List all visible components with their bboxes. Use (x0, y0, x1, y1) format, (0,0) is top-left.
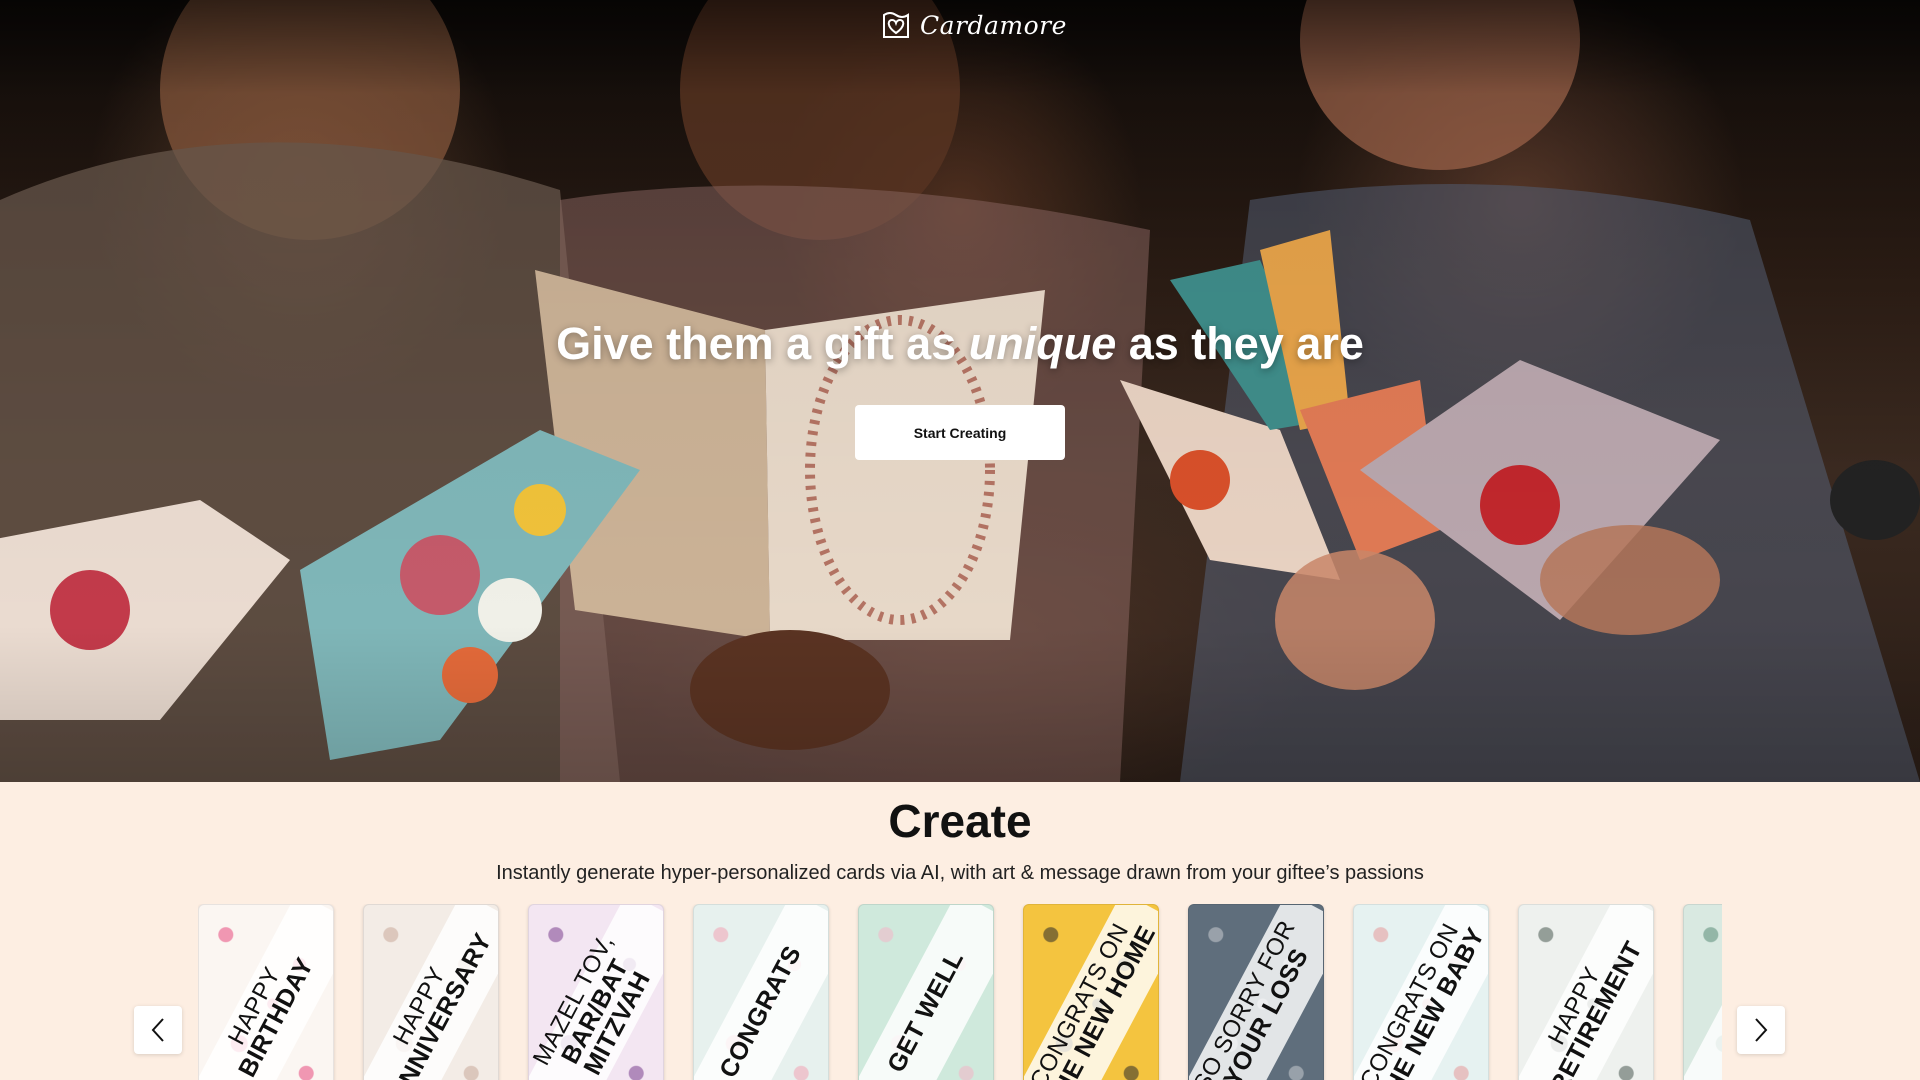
card-carousel: HAPPY BIRTHDAY HAPPY ANNIVERSARY MAZEL TOV… (198, 904, 1722, 1080)
card-birthday[interactable]: HAPPY BIRTHDAY (198, 904, 334, 1080)
create-title: Create (888, 795, 1032, 847)
card-partial[interactable]: TH (1683, 904, 1722, 1080)
card-anniversary[interactable]: HAPPY ANNIVERSARY (363, 904, 499, 1080)
carousel-next-button[interactable] (1737, 1006, 1785, 1054)
card-get-well[interactable]: GET WELL (858, 904, 994, 1080)
headline-text-after: as they are (1116, 318, 1364, 369)
card-new-home[interactable]: CONGRATS ON THE NEW HOME (1023, 904, 1159, 1080)
card-sympathy[interactable]: SO SORRY FOR YOUR LOSS (1188, 904, 1324, 1080)
hero-overlay (0, 0, 1920, 782)
brand-logo[interactable]: Cardamore (880, 8, 1067, 42)
brand-name: Cardamore (920, 10, 1067, 40)
carousel-prev-button[interactable] (134, 1006, 182, 1054)
headline-text-before: Give them a gift as (556, 318, 969, 369)
headline-emphasis: unique (968, 318, 1117, 369)
hero-section: Cardamore Give them a gift as unique as … (0, 0, 1920, 782)
chevron-left-icon (151, 1018, 164, 1042)
start-creating-button[interactable]: Start Creating (855, 405, 1065, 460)
card-congrats[interactable]: CONGRATS (693, 904, 829, 1080)
card-mitzvah[interactable]: MAZEL TOV, BAR/BAT MITZVAH (528, 904, 664, 1080)
card-retirement[interactable]: HAPPY RETIREMENT (1518, 904, 1654, 1080)
create-subtitle: Instantly generate hyper-personalized ca… (496, 862, 1424, 884)
chevron-right-icon (1755, 1018, 1768, 1042)
heart-card-icon (883, 12, 909, 38)
create-section: Create Instantly generate hyper-personal… (0, 782, 1920, 1080)
hero-headline: Give them a gift as unique as they are (0, 318, 1920, 370)
card-new-baby[interactable]: CONGRATS ON THE NEW BABY (1353, 904, 1489, 1080)
